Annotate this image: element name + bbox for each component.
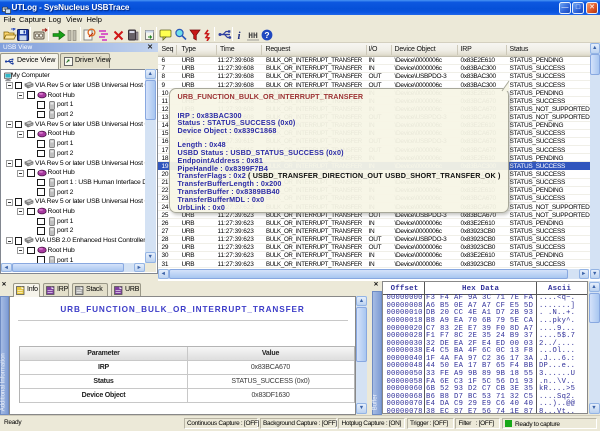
svg-text:?: ? (264, 30, 269, 40)
svg-text:i: i (237, 30, 241, 41)
